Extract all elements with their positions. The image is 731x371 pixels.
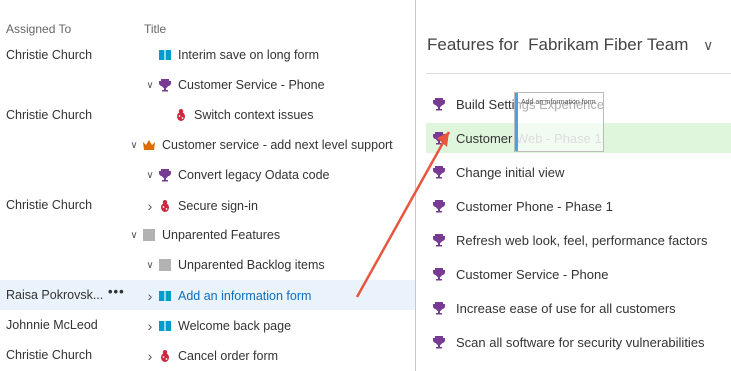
drag-arrow: [355, 131, 451, 298]
